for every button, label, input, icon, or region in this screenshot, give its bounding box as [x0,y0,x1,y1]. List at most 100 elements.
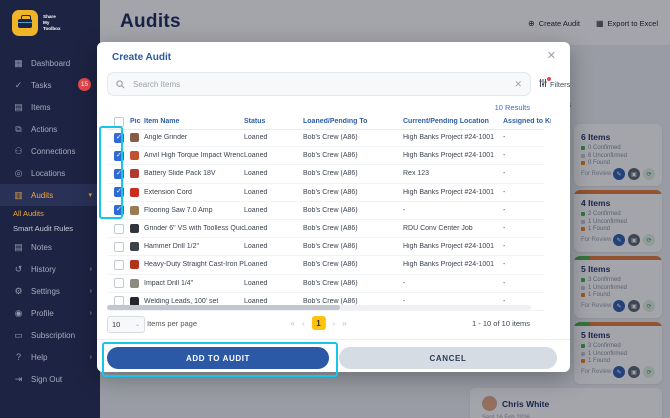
table-row[interactable]: Flooring Saw 7.0 Amp Loaned Bob's Crew (A8… [107,202,544,220]
kit-cell: - [503,297,506,305]
brand-text: Share My Toolbox [43,14,61,31]
table-row[interactable]: Anvil High Torque Impact WrenchLoaned Bob… [107,147,544,166]
row-checkbox[interactable] [114,223,124,234]
sidebar-item-smart-audit-rules[interactable]: Smart Audit Rules [0,221,100,236]
filter-sliders-icon [539,79,547,87]
chevron-down-icon: ⌄ [134,322,140,328]
loaned-to-cell: Bob's Crew (A86) [303,297,358,305]
kit-cell: - [503,134,506,142]
sidebar-item-label: History [31,264,56,274]
item-name-cell: Anvil High Torque Impact Wrench [144,152,244,160]
sidebar-item-label: Smart Audit Rules [13,224,74,233]
sidebar-item-profile[interactable]: ◉ Profile › [0,302,100,324]
sidebar-item-label: All Audits [13,209,44,218]
sidebar-item-settings[interactable]: ⚙ Settings › [0,280,100,302]
search-icon [116,79,125,88]
status-cell: Loaned [244,279,268,287]
item-thumbnail [130,205,139,215]
status-cell: Loaned [244,188,268,196]
table-row[interactable]: Heavy-Duty Straight Cast-Iron Pipe Loaned… [107,256,544,275]
location-cell: - [403,297,406,305]
location-cell: Rex 123 [403,170,430,178]
sidebar-item-dashboard[interactable]: ▦ Dashboard [0,52,100,74]
sidebar-item-label: Subscription [31,330,76,340]
app-logo[interactable]: Share My Toolbox [0,0,100,44]
page-size-dropdown[interactable]: 10 ⌄ [107,316,145,333]
table-row[interactable]: Impact Drill 1/4" Loaned Bob's Crew (A86) -… [107,275,544,293]
sidebar-item-label: Sign Out [31,374,63,384]
status-cell: Loaned [244,243,268,251]
table-row[interactable]: Grinder 6" VS with Toolless Quick CLoane… [107,220,544,239]
row-checkbox[interactable] [114,168,124,179]
item-thumbnail [130,169,139,179]
table-row[interactable]: Angle Grinder Loaned Bob's Crew (A86) High … [107,129,544,148]
cancel-button[interactable]: CANCEL [339,347,557,369]
item-name-cell: Battery Slide Pack 18V [144,170,216,178]
item-thumbnail [130,133,139,143]
table-row[interactable]: Extension Cord Loaned Bob's Crew (A86) High… [107,184,544,202]
sidebar-item-label: Items [31,102,51,112]
next-page-icon[interactable]: › [333,319,336,328]
chevron-right-icon: › [89,353,92,361]
last-page-icon[interactable]: » [342,319,346,328]
table-row[interactable]: Battery Slide Pack 18V Loaned Bob's Crew (… [107,165,544,184]
tasks-icon: ✓ [14,79,23,90]
modal-filters-button[interactable]: Filters [539,77,570,89]
sidebar-item-notes[interactable]: ▤ Notes [0,236,100,258]
item-name-cell: Hammer Drill 1/2" [144,243,199,251]
select-all-checkbox[interactable] [114,116,124,127]
location-cell: High Banks Project #24-1001 [403,134,495,142]
sidebar-item-sign-out[interactable]: ⇥ Sign Out [0,368,100,390]
sidebar-item-label: Audits [31,190,54,200]
location-cell: High Banks Project #24-1001 [403,243,495,251]
sidebar-item-locations[interactable]: ◎ Locations [0,162,100,184]
loaned-to-cell: Bob's Crew (A86) [303,170,358,178]
kit-cell: - [503,206,506,214]
sidebar-item-history[interactable]: ↺ History › [0,258,100,280]
sidebar-item-items[interactable]: ▤ Items [0,96,100,118]
clear-search-icon[interactable]: ✕ [514,79,522,90]
dashboard-icon: ▦ [14,57,23,68]
row-checkbox[interactable] [114,241,124,252]
sidebar-item-label: Tasks [31,80,52,90]
sidebar-item-label: Notes [31,242,52,252]
status-cell: Loaned [244,261,268,269]
connections-icon: ⚇ [14,145,23,156]
close-icon[interactable]: ✕ [547,49,556,62]
kit-cell: - [503,279,506,287]
signout-icon: ⇥ [14,373,23,384]
row-checkbox[interactable] [114,205,124,216]
pagination-range-label: 1 - 10 of 10 items [472,319,530,328]
row-checkbox[interactable] [114,132,124,143]
row-checkbox[interactable] [114,187,124,198]
search-input[interactable] [131,78,509,90]
sidebar-item-actions[interactable]: ⧉ Actions [0,118,100,140]
locations-icon: ◎ [14,167,23,178]
row-checkbox[interactable] [114,150,124,161]
sidebar-item-label: Dashboard [31,58,71,68]
sidebar-item-label: Locations [31,168,66,178]
sidebar-item-tasks[interactable]: ✓ Tasks 15 [0,74,100,96]
kit-cell: - [503,261,506,269]
sidebar-item-label: Actions [31,124,58,134]
sidebar-item-audits[interactable]: ▥ Audits ▾ [0,184,100,206]
status-cell: Loaned [244,206,268,214]
table-row[interactable]: Hammer Drill 1/2" Loaned Bob's Crew (A86) H… [107,238,544,257]
status-cell: Loaned [244,152,268,160]
page-number-button[interactable]: 1 [311,316,326,330]
subscription-icon: ▭ [14,329,23,340]
row-checkbox[interactable] [114,278,124,289]
sidebar-item-label: Help [31,352,48,362]
prev-page-icon[interactable]: ‹ [302,319,305,328]
items-per-page-label: Items per page [147,319,198,328]
row-checkbox[interactable] [114,259,124,270]
first-page-icon[interactable]: « [290,319,294,328]
sidebar-item-all-audits[interactable]: All Audits [0,206,100,221]
kit-cell: - [503,188,506,196]
sidebar-item-subscription[interactable]: ▭ Subscription [0,324,100,346]
scrollbar-thumb[interactable] [107,305,341,310]
add-to-audit-button[interactable]: ADD TO AUDIT [107,347,329,369]
help-icon: ? [15,352,21,362]
sidebar-item-connections[interactable]: ⚇ Connections [0,140,100,162]
sidebar-item-help[interactable]: ? Help › [0,346,100,368]
